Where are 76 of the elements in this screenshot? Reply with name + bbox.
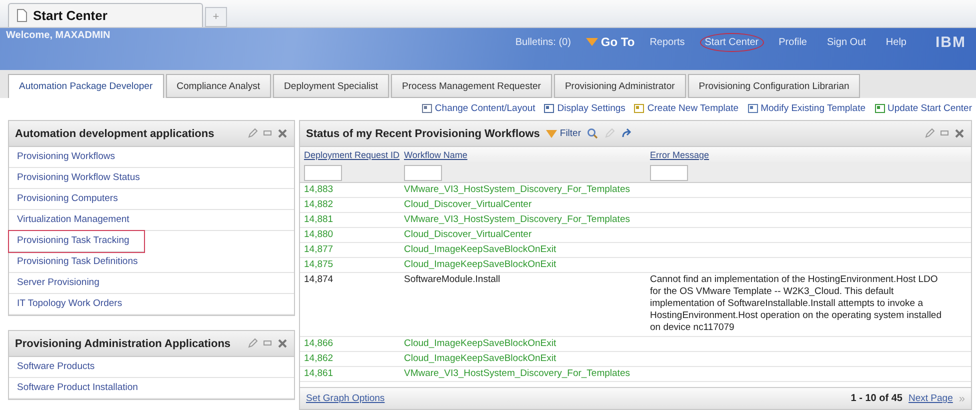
redo-icon[interactable] [621, 128, 632, 139]
workflow-name-cell-text: Cloud_Discover_VirtualCenter [404, 229, 533, 240]
nav-link[interactable]: Sign Out [822, 32, 871, 52]
role-tab[interactable]: Process Management Requester [391, 74, 552, 98]
workflow-name-cell-text: Cloud_ImageKeepSaveBlockOnExit [404, 338, 558, 349]
action-link[interactable]: Create New Template [634, 101, 739, 116]
application-link[interactable]: Server Provisioning [9, 273, 294, 294]
role-tab[interactable]: Provisioning Configuration Librarian [688, 74, 860, 98]
filter-field[interactable] [650, 164, 688, 180]
application-link[interactable]: Provisioning Task Definitions [9, 252, 294, 273]
request-id-cell-text: 14,881 [304, 214, 334, 225]
request-id-cell-text: 14,883 [304, 184, 334, 195]
column-header[interactable]: Deployment Request ID [304, 150, 404, 160]
request-id-cell-text: 14,882 [304, 199, 334, 210]
column-header[interactable]: Error Message [650, 150, 850, 160]
action-link[interactable]: Display Settings [544, 101, 626, 116]
filter-button[interactable]: Filter [546, 128, 582, 139]
application-link[interactable]: IT Topology Work Orders [9, 294, 294, 315]
workflow-name-cell-text: VMware_VI3_HostSystem_Discovery_For_Templates [404, 184, 631, 195]
workflow-name-cell-text: SoftwareModule.Install [404, 274, 502, 287]
close-icon[interactable] [277, 128, 288, 139]
action-link[interactable]: Modify Existing Template [748, 101, 866, 116]
role-tab[interactable]: Compliance Analyst [166, 74, 272, 98]
error-message-cell-text: Cannot find an implementation of the HostingEnvironment.Host LDO for the OS VMware Template -- W2K3_Cloud. This default implementation of SoftwareInstallable.Install attempts to invoke a HostingEnvironment.Host operation on the operating system installed on device nc117079 [650, 274, 942, 334]
nav-link[interactable]: Start Center [700, 32, 764, 52]
close-icon[interactable] [277, 338, 288, 349]
next-page-link[interactable]: Next Page [908, 393, 953, 404]
workflow-name-cell-text: Cloud_Discover_VirtualCenter [404, 199, 533, 210]
workflow-name-cell-text: VMware_VI3_HostSystem_Discovery_For_Templates [404, 214, 631, 225]
application-link[interactable]: Provisioning Task Tracking [9, 231, 144, 252]
pencil-icon[interactable] [247, 128, 258, 139]
role-tab[interactable]: Deployment Specialist [273, 74, 390, 98]
action-link[interactable]: Update Start Center [874, 101, 972, 116]
workflow-name-cell-text: Cloud_ImageKeepSaveBlockOnExit [404, 259, 558, 270]
application-link[interactable]: Provisioning Computers [9, 189, 294, 210]
tab-title: Start Center [33, 8, 108, 23]
application-link[interactable]: Software Product Installation [9, 378, 294, 399]
portlet-title: Status of my Recent Provisioning Workflows [306, 128, 540, 140]
request-id-cell-text: 14,880 [304, 229, 334, 240]
application-link[interactable]: Virtualization Management [9, 210, 294, 231]
pencil-icon[interactable] [604, 128, 616, 139]
request-id-cell-text: 14,875 [304, 259, 334, 270]
role-tab[interactable]: Provisioning Administrator [554, 74, 686, 98]
application-link[interactable]: Provisioning Workflow Status [9, 168, 294, 189]
filter-field[interactable] [404, 164, 442, 180]
request-id-cell-text: 14,874 [304, 274, 334, 287]
portlet-title: Provisioning Administration Applications [15, 338, 231, 350]
filter-field[interactable] [304, 164, 342, 180]
graph-options-link[interactable]: Set Graph Options [306, 393, 385, 404]
nav-link[interactable]: Profile [774, 32, 812, 52]
nav-link[interactable]: Help [880, 32, 912, 52]
welcome-text: Welcome, MAXADMIN [6, 30, 110, 43]
logo: IBM [936, 34, 966, 50]
request-id-cell-text: 14,866 [304, 338, 334, 349]
filter-icon [546, 130, 557, 138]
page-icon [17, 9, 27, 22]
request-id-cell-text: 14,861 [304, 368, 334, 379]
application-link[interactable]: Software Products [9, 357, 294, 378]
workflow-name-cell-text: Cloud_ImageKeepSaveBlockOnExit [404, 353, 558, 364]
portlet-title: Automation development applications [15, 128, 214, 140]
request-id-cell-text: 14,877 [304, 244, 334, 255]
column-header[interactable]: Workflow Name [404, 150, 650, 160]
action-link[interactable]: Change Content/Layout [422, 101, 536, 116]
role-tab[interactable]: Automation Package Developer [8, 74, 164, 98]
workflow-name-cell-text: VMware_VI3_HostSystem_Discovery_For_Templates [404, 368, 631, 379]
close-icon[interactable] [954, 128, 965, 139]
workflow-name-cell-text: Cloud_ImageKeepSaveBlockOnExit [404, 244, 558, 255]
pencil-icon[interactable] [247, 338, 258, 349]
request-id-cell-text: 14,862 [304, 353, 334, 364]
go-to-menu[interactable]: Go To [586, 35, 635, 49]
search-icon[interactable] [587, 128, 598, 139]
triangle-icon [586, 38, 598, 46]
page-range: 1 - 10 of 45 [850, 393, 902, 404]
pencil-icon[interactable] [924, 128, 935, 139]
application-link[interactable]: Provisioning Workflows [9, 147, 294, 168]
browser-tab[interactable]: Start Center [8, 3, 203, 27]
